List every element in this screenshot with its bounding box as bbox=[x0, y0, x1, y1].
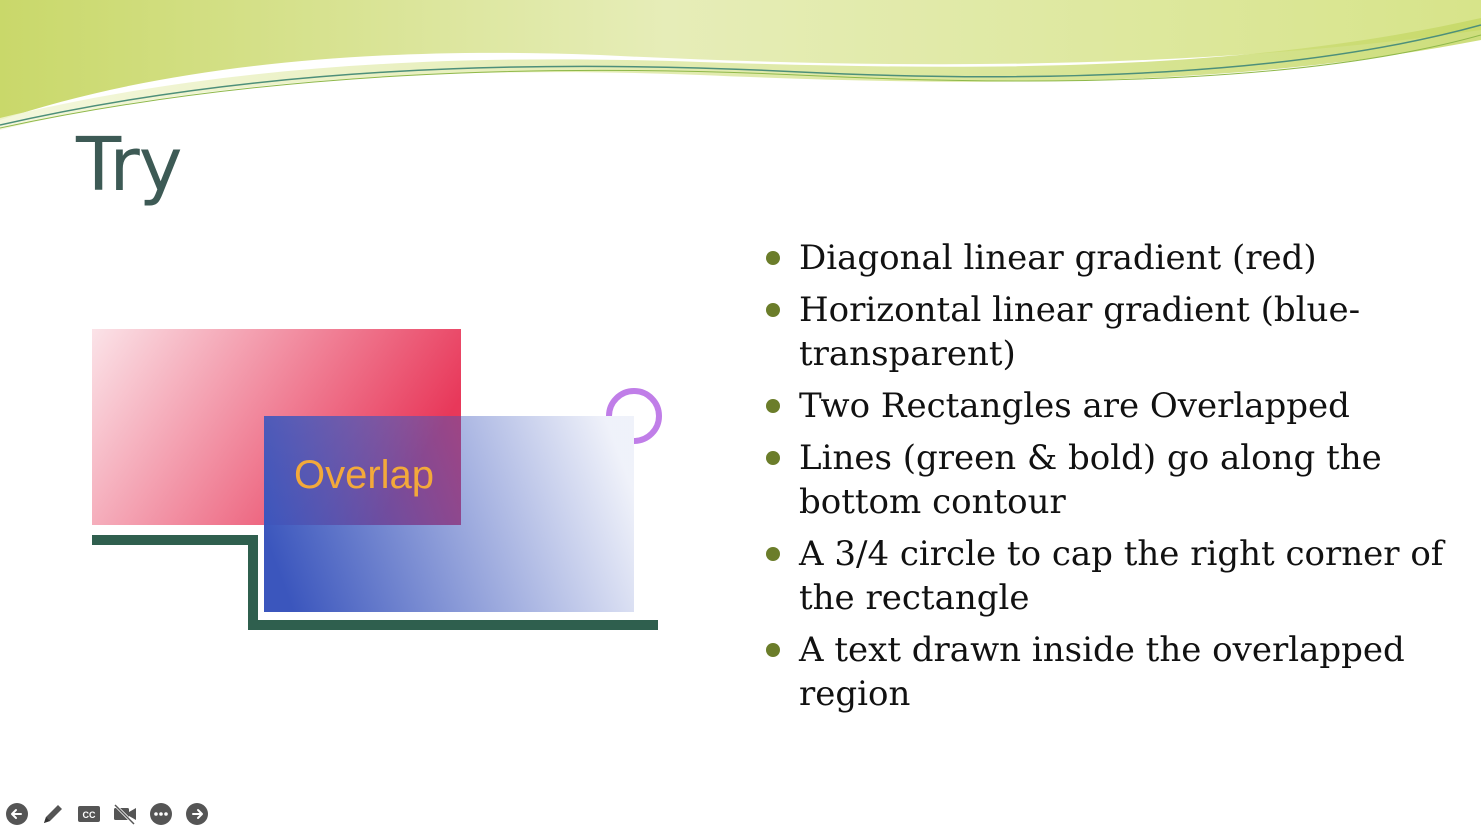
bullet-item: A 3/4 circle to cap the right corner of … bbox=[766, 532, 1456, 620]
bullet-item: Two Rectangles are Overlapped bbox=[766, 384, 1456, 428]
bullet-dot-icon bbox=[766, 643, 780, 657]
bullet-dot-icon bbox=[766, 451, 780, 465]
bullet-item: Diagonal linear gradient (red) bbox=[766, 236, 1456, 280]
slide: Try Overlap Diagonal linear gradient (re… bbox=[0, 0, 1481, 829]
bullet-text: A text drawn inside the overlapped regio… bbox=[799, 630, 1405, 714]
more-icon bbox=[150, 803, 172, 825]
svg-text:CC: CC bbox=[83, 810, 96, 820]
video-off-icon bbox=[113, 803, 136, 826]
bullet-list: Diagonal linear gradient (red) Horizonta… bbox=[766, 236, 1456, 724]
bullet-item: Horizontal linear gradient (blue-transpa… bbox=[766, 288, 1456, 376]
more-options-button[interactable] bbox=[148, 801, 174, 827]
previous-slide-button[interactable] bbox=[4, 801, 30, 827]
blue-gradient-rectangle bbox=[264, 416, 634, 612]
bullet-text: Two Rectangles are Overlapped bbox=[799, 386, 1350, 426]
subtitles-button[interactable]: CC bbox=[76, 801, 102, 827]
forward-arrow-icon bbox=[186, 803, 208, 825]
back-arrow-icon bbox=[6, 803, 28, 825]
closed-captions-icon: CC bbox=[78, 806, 100, 822]
pen-tool-button[interactable] bbox=[40, 801, 66, 827]
bullet-dot-icon bbox=[766, 399, 780, 413]
bullet-text: Diagonal linear gradient (red) bbox=[799, 238, 1317, 278]
bullet-dot-icon bbox=[766, 251, 780, 265]
bullet-text: Lines (green & bold) go along the bottom… bbox=[799, 438, 1382, 522]
presentation-toolbar: CC bbox=[4, 801, 210, 827]
pen-icon bbox=[44, 805, 62, 823]
overlap-label: Overlap bbox=[294, 453, 434, 497]
bullet-text: A 3/4 circle to cap the right corner of … bbox=[799, 534, 1444, 618]
camera-toggle-button[interactable] bbox=[112, 801, 138, 827]
bullet-item: A text drawn inside the overlapped regio… bbox=[766, 628, 1456, 716]
bullet-text: Horizontal linear gradient (blue-transpa… bbox=[799, 290, 1361, 374]
bullet-item: Lines (green & bold) go along the bottom… bbox=[766, 436, 1456, 524]
bullet-dot-icon bbox=[766, 303, 780, 317]
next-slide-button[interactable] bbox=[184, 801, 210, 827]
bullet-dot-icon bbox=[766, 547, 780, 561]
